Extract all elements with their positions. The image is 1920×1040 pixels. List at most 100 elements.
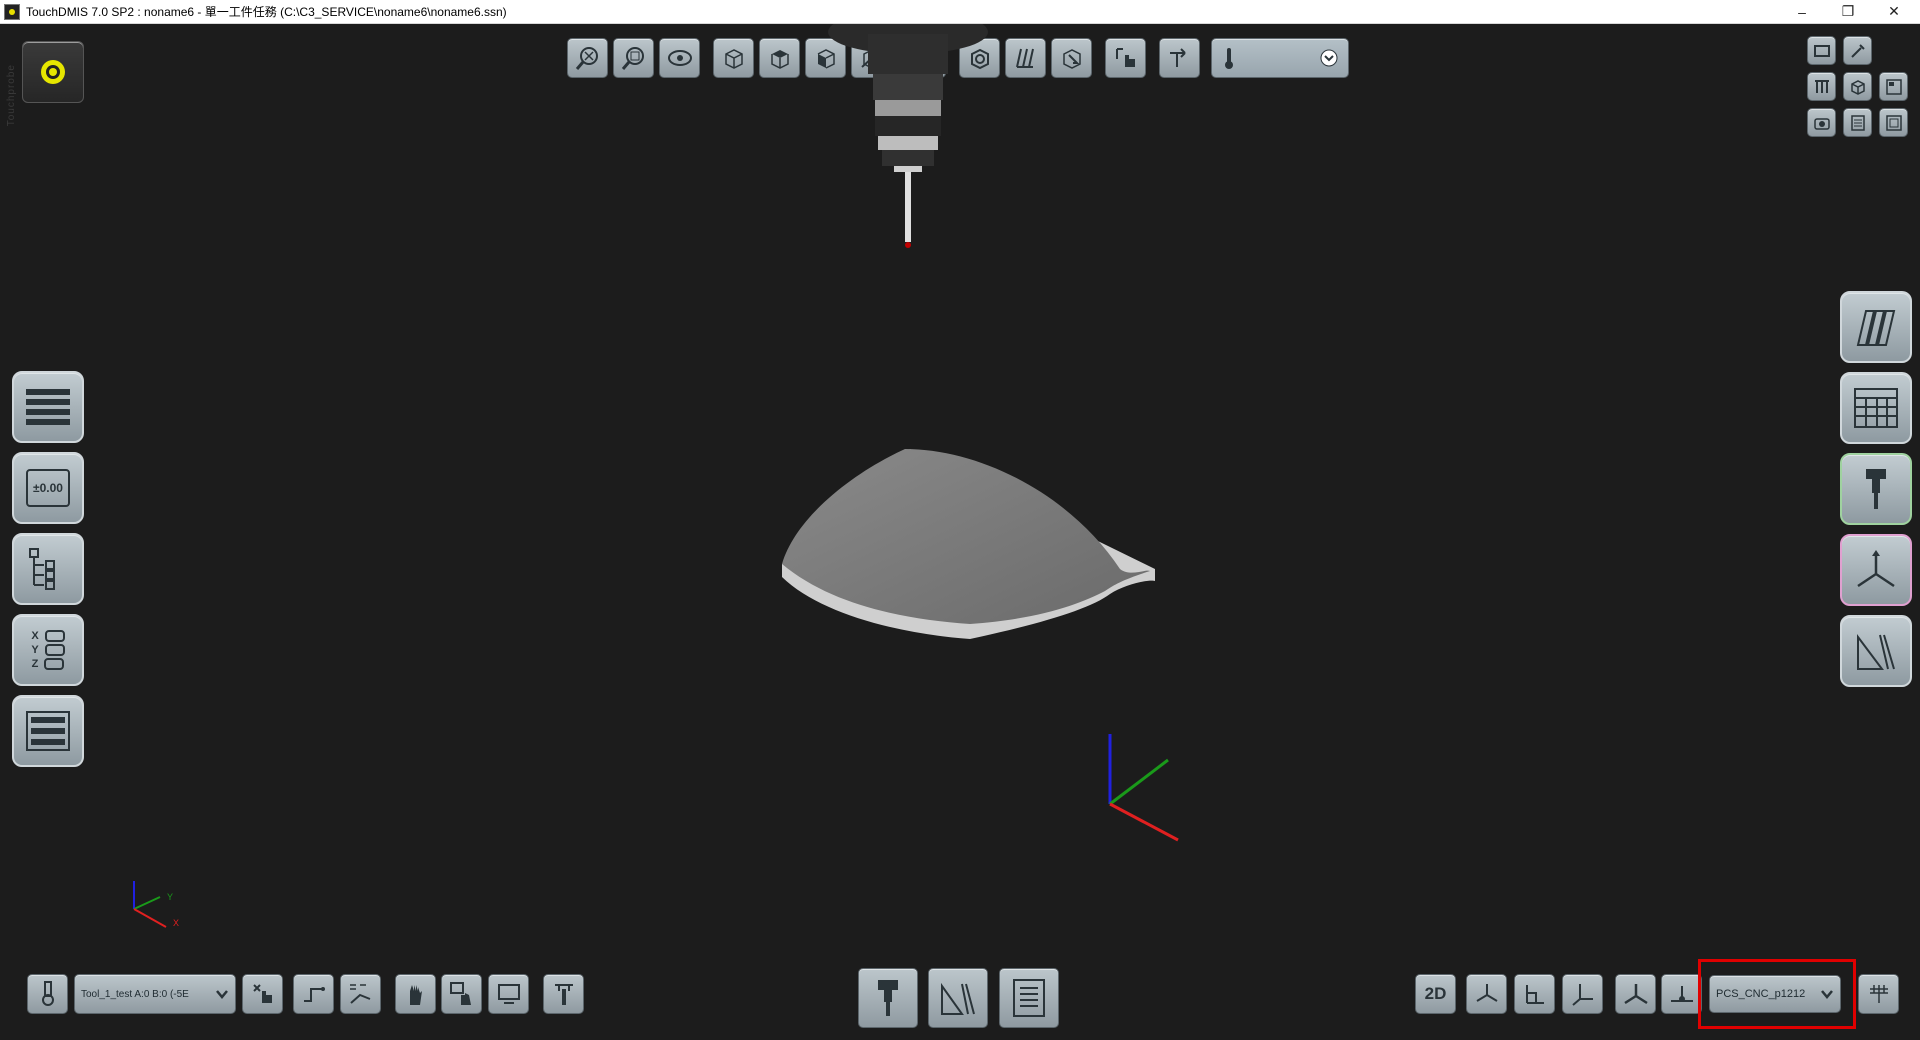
align-rotate-button[interactable] <box>1615 974 1656 1014</box>
surface-stack-icon <box>1856 310 1896 346</box>
measure-path-button[interactable] <box>1159 38 1200 78</box>
probe-icon <box>1866 469 1886 509</box>
binary-path-button[interactable] <box>340 974 381 1014</box>
measure-path-icon <box>1169 48 1186 67</box>
rotate-axis-icon <box>1623 984 1648 1005</box>
origin-axis-icon <box>1571 984 1593 1006</box>
cube-icon <box>1850 79 1865 95</box>
minimize-button[interactable]: – <box>1780 0 1824 23</box>
machine-settings-button[interactable] <box>1807 36 1836 65</box>
highlight-box <box>1698 959 1856 1029</box>
screen-hand-icon <box>449 982 471 1005</box>
cad-model-button[interactable] <box>1843 72 1872 101</box>
x-row: X <box>31 630 65 642</box>
tools-button[interactable] <box>1843 36 1872 65</box>
tolerance-button[interactable]: ±0.00 <box>12 452 84 524</box>
surfaces-button[interactable] <box>1840 291 1912 363</box>
data-table-button[interactable] <box>1840 372 1912 444</box>
zoom-fit-icon <box>575 47 598 70</box>
chevron-down-icon <box>1320 49 1338 67</box>
table-icon <box>1854 388 1898 428</box>
coordinate-system-button[interactable] <box>1840 534 1912 606</box>
probe-rack-icon <box>1814 79 1829 93</box>
path-button[interactable] <box>293 974 334 1014</box>
program-list-button[interactable] <box>12 371 84 443</box>
axis-x-label: X <box>173 918 180 928</box>
wrench-icon <box>1850 43 1865 58</box>
touch-probe-button[interactable] <box>1105 38 1146 78</box>
layout-button[interactable] <box>1879 72 1908 101</box>
binary-path-icon <box>349 984 370 1004</box>
y-label: Y <box>31 644 39 656</box>
keypad-icon <box>1869 985 1888 1003</box>
y-row: Y <box>31 644 65 656</box>
camera-button[interactable] <box>1807 108 1836 137</box>
align-plane-button[interactable] <box>1514 974 1555 1014</box>
probe-tool-bottom-button[interactable] <box>858 968 918 1028</box>
align-level-button[interactable] <box>1661 974 1702 1014</box>
hand-probe-icon <box>1115 48 1135 67</box>
probe-rack-button[interactable] <box>1807 72 1836 101</box>
z-label: Z <box>31 658 39 670</box>
align-origin-button[interactable] <box>1562 974 1603 1014</box>
machine-icon <box>1813 44 1830 57</box>
view-2d-button[interactable]: 2D <box>1415 974 1456 1014</box>
feature-tree-button[interactable] <box>12 533 84 605</box>
document-icon <box>1850 114 1865 131</box>
probe-model <box>828 24 988 248</box>
view-axis-triad <box>133 881 167 928</box>
x-label: X <box>31 630 39 642</box>
results-panel-button[interactable] <box>12 695 84 767</box>
probe-tool-button[interactable] <box>1840 453 1912 525</box>
path-icon <box>303 987 325 1002</box>
3d-viewport[interactable]: Touchprobe ±0.00 X Y Z Y X Tool_1_test A… <box>0 24 1920 1040</box>
report-bottom-button[interactable] <box>999 968 1059 1028</box>
probe-calibrate-button[interactable] <box>27 974 68 1014</box>
workpiece-model <box>782 449 1155 639</box>
tool-select-value: Tool_1_test A:0 B:0 (-5E <box>81 988 189 1000</box>
results-icon <box>26 711 70 751</box>
manual-mode-button[interactable] <box>395 974 436 1014</box>
window-title: TouchDMIS 7.0 SP2 : noname6 - 單一工件任務 (C:… <box>26 5 507 19</box>
left-rail-label: Touchprobe <box>6 64 17 127</box>
eye-rotate-icon <box>667 50 692 66</box>
camera-icon <box>1813 117 1830 130</box>
monitor-icon <box>497 984 520 1004</box>
zoom-window-icon <box>621 47 644 70</box>
thermometer-icon <box>1225 48 1233 69</box>
title-bar: TouchDMIS 7.0 SP2 : noname6 - 單一工件任務 (C:… <box>0 0 1920 24</box>
keypad-button[interactable] <box>1858 974 1899 1014</box>
tool-select-dropdown[interactable]: Tool_1_test A:0 B:0 (-5E <box>74 974 236 1014</box>
app-icon <box>4 3 20 20</box>
tree-icon <box>29 548 55 590</box>
xyz-readout-button[interactable]: X Y Z <box>12 614 84 686</box>
dimension-icon <box>941 982 975 1015</box>
restore-button[interactable]: ❐ <box>1826 0 1870 23</box>
close-button[interactable]: ✕ <box>1872 0 1916 23</box>
export-button[interactable] <box>1879 108 1908 137</box>
probe-change-button[interactable] <box>543 974 584 1014</box>
layout-icon <box>1885 78 1902 95</box>
probe-change-icon <box>554 984 573 1005</box>
report-button[interactable] <box>1843 108 1872 137</box>
temperature-dropdown[interactable] <box>1211 38 1349 78</box>
dimension-button[interactable] <box>1840 615 1912 687</box>
chevron-down-icon <box>216 990 228 999</box>
zoom-window-button[interactable] <box>613 38 654 78</box>
view-iso-button[interactable] <box>713 38 754 78</box>
manual-screen-button[interactable] <box>441 974 482 1014</box>
axis-icon <box>1475 984 1498 1002</box>
hand-probe-icon <box>252 984 272 1003</box>
dimension-bottom-button[interactable] <box>928 968 988 1028</box>
view-rotate-button[interactable] <box>659 38 700 78</box>
dimension-icon <box>1857 634 1895 670</box>
axis-y-label: Y <box>167 892 174 902</box>
align-axis-button[interactable] <box>1466 974 1507 1014</box>
zoom-fit-button[interactable] <box>567 38 608 78</box>
monitor-button[interactable] <box>488 974 529 1014</box>
tolerance-label: ±0.00 <box>26 469 70 507</box>
level-axis-icon <box>1670 986 1693 1002</box>
teach-probe-button[interactable] <box>242 974 283 1014</box>
probe-tip-icon <box>41 981 54 1006</box>
machine-status-button[interactable] <box>22 41 84 103</box>
